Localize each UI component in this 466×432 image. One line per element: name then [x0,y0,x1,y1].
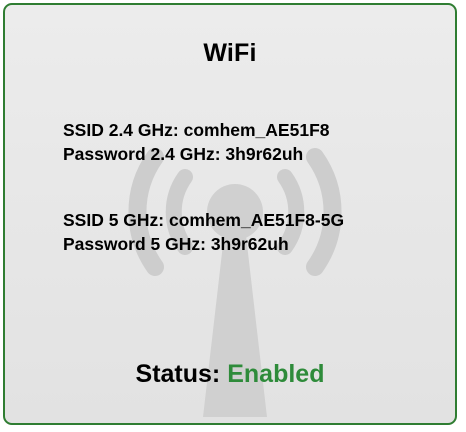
password-5g-label: Password 5 GHz: [63,234,211,254]
password-2g-line: Password 2.4 GHz: 3h9r62uh [63,144,303,165]
ssid-2g-label: SSID 2.4 GHz: [63,120,184,140]
ssid-5g-value: comhem_AE51F8-5G [169,210,345,230]
password-5g-line: Password 5 GHz: 3h9r62uh [63,234,289,255]
password-5g-value: 3h9r62uh [210,234,289,254]
password-2g-label: Password 2.4 GHz: [63,144,226,164]
ssid-5g-label: SSID 5 GHz: [63,210,169,230]
ssid-5g-line: SSID 5 GHz: comhem_AE51F8-5G [63,210,344,231]
panel-title: WiFi [203,39,257,67]
status-label: Status: [135,360,228,388]
status-line: Status: Enabled [5,360,455,389]
ssid-2g-value: comhem_AE51F8 [183,120,330,140]
status-value: Enabled [227,360,325,388]
wifi-panel: WiFi SSID 2.4 GHz: comhem_AE51F8 Passwor… [3,3,457,425]
ssid-2g-line: SSID 2.4 GHz: comhem_AE51F8 [63,120,330,141]
password-2g-value: 3h9r62uh [225,144,304,164]
